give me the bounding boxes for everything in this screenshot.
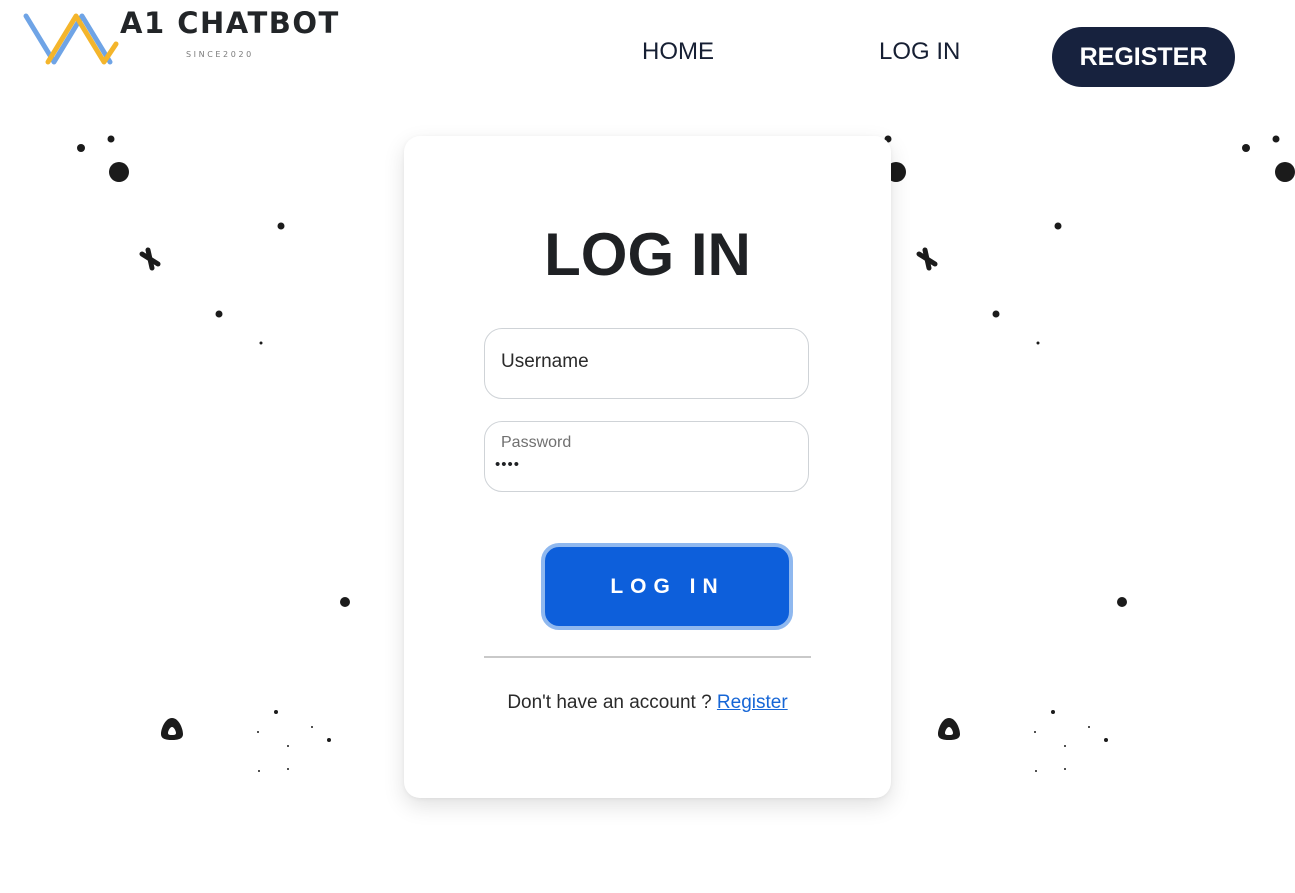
signup-prompt-text: Don't have an account ? [507,692,712,713]
login-title: LOG IN [544,221,751,288]
nav-register-button[interactable]: REGISTER [1052,27,1235,87]
login-card: LOG IN Password LOG IN Don't have an acc… [404,136,891,798]
password-field[interactable]: Password [484,421,809,492]
password-input[interactable] [495,456,785,473]
login-page: A1 CHATBOT SINCE2020 HOME LOG IN REGISTE… [0,0,1295,893]
password-label: Password [501,434,572,451]
brand-tagline: SINCE2020 [186,50,254,59]
signup-prompt-row: Don't have an account ? Register [404,692,891,714]
a1-chatbot-logo-icon [23,13,119,65]
brand-name: A1 CHATBOT [120,6,340,40]
register-link[interactable]: Register [717,692,788,713]
login-submit-button[interactable]: LOG IN [541,543,793,630]
username-input[interactable] [501,351,791,373]
username-field[interactable] [484,328,809,399]
nav-home-link[interactable]: HOME [642,38,714,66]
brand-logo[interactable]: A1 CHATBOT SINCE2020 [20,4,340,70]
divider [484,656,811,658]
nav-login-link[interactable]: LOG IN [879,38,960,66]
